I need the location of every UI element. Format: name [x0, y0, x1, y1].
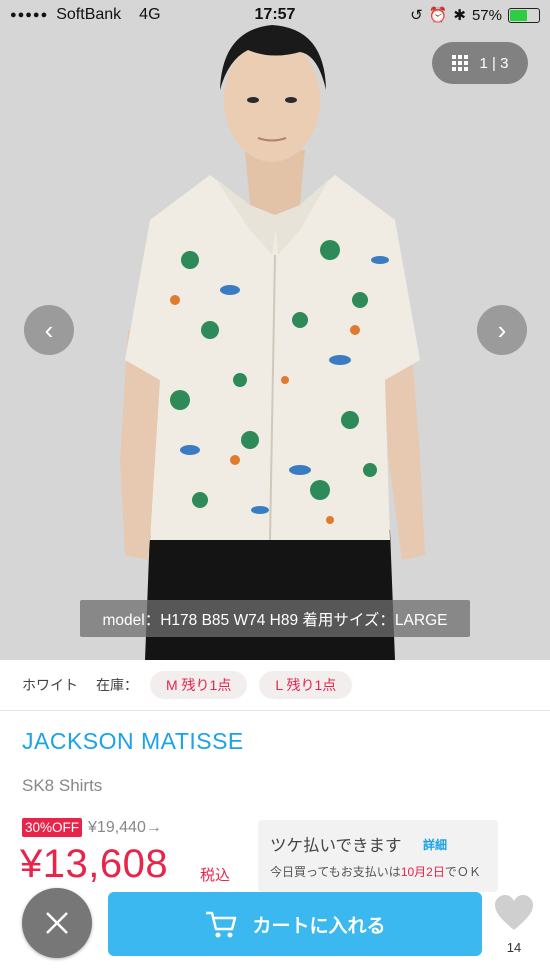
tsuke-sub-date: 10月2日	[400, 865, 445, 879]
tsuke-detail-link[interactable]: 詳細	[423, 836, 447, 853]
heart-icon[interactable]	[492, 892, 536, 936]
tax-label: 税込	[200, 867, 231, 884]
stock-label: 在庫：	[96, 677, 138, 693]
size-chip-l[interactable]: L 残り1点	[259, 671, 353, 699]
gallery-total: 3	[500, 54, 509, 72]
previous-image-button[interactable]: ‹	[24, 305, 74, 355]
next-image-button[interactable]: ›	[477, 305, 527, 355]
color-name: ホワイト	[22, 677, 78, 693]
gallery-current: 1	[479, 54, 488, 72]
cart-icon	[206, 911, 237, 938]
rotation-lock-icon: ↺	[410, 7, 423, 24]
bluetooth-icon: ✱	[453, 7, 466, 24]
chevron-right-icon: ›	[497, 314, 507, 345]
close-button[interactable]	[22, 888, 92, 958]
tsuke-payment-box[interactable]: ツケ払いできます 詳細 今日買ってもお支払いは10月2日でＯＫ	[258, 820, 498, 892]
original-price-row: 30%OFF ¥19,440→	[22, 818, 162, 837]
original-price: ¥19,440→	[88, 818, 162, 836]
size-chip-m[interactable]: M 残り1点	[150, 671, 248, 699]
battery-fill	[510, 9, 528, 21]
tsuke-sub-prefix: 今日買ってもお支払いは	[270, 865, 401, 879]
battery-icon	[508, 7, 540, 23]
sale-price: ¥13,608	[20, 842, 169, 886]
tsuke-sub-suffix: でＯＫ	[444, 865, 481, 879]
product-photo[interactable]: ●●●●● SoftBank 4G 17:57 ↺ ⏰ ✱ 57% 1 | 3 …	[0, 0, 550, 660]
status-bar-right: ↺ ⏰ ✱ 57%	[410, 6, 540, 24]
add-to-cart-label: カートに入れる	[252, 915, 386, 937]
status-bar: ●●●●● SoftBank 4G 17:57 ↺ ⏰ ✱ 57%	[0, 0, 550, 32]
close-icon	[46, 912, 68, 934]
gallery-separator: |	[492, 54, 496, 72]
gallery-counter: 1 | 3	[480, 55, 509, 72]
tsuke-subtext: 今日買ってもお支払いは10月2日でＯＫ	[270, 863, 481, 880]
model-info-caption: model：H178 B85 W74 H89 着用サイズ：LARGE	[80, 600, 470, 637]
variant-row: ホワイト 在庫： M 残り1点 L 残り1点	[0, 660, 550, 711]
gallery-counter-button[interactable]: 1 | 3	[432, 42, 528, 84]
add-to-cart-button[interactable]: カートに入れる	[108, 892, 482, 956]
grid-icon	[451, 55, 468, 71]
tsuke-title: ツケ払いできます	[270, 837, 402, 855]
brand-name[interactable]: JACKSON MATISSE	[22, 728, 244, 755]
discount-badge: 30%OFF	[22, 818, 83, 837]
product-name: SK8 Shirts	[22, 776, 103, 795]
battery-percent: 57%	[471, 6, 502, 24]
favorite-count: 14	[506, 940, 522, 955]
chevron-left-icon: ‹	[44, 314, 54, 345]
alarm-icon: ⏰	[428, 7, 448, 24]
product-image	[0, 0, 550, 660]
